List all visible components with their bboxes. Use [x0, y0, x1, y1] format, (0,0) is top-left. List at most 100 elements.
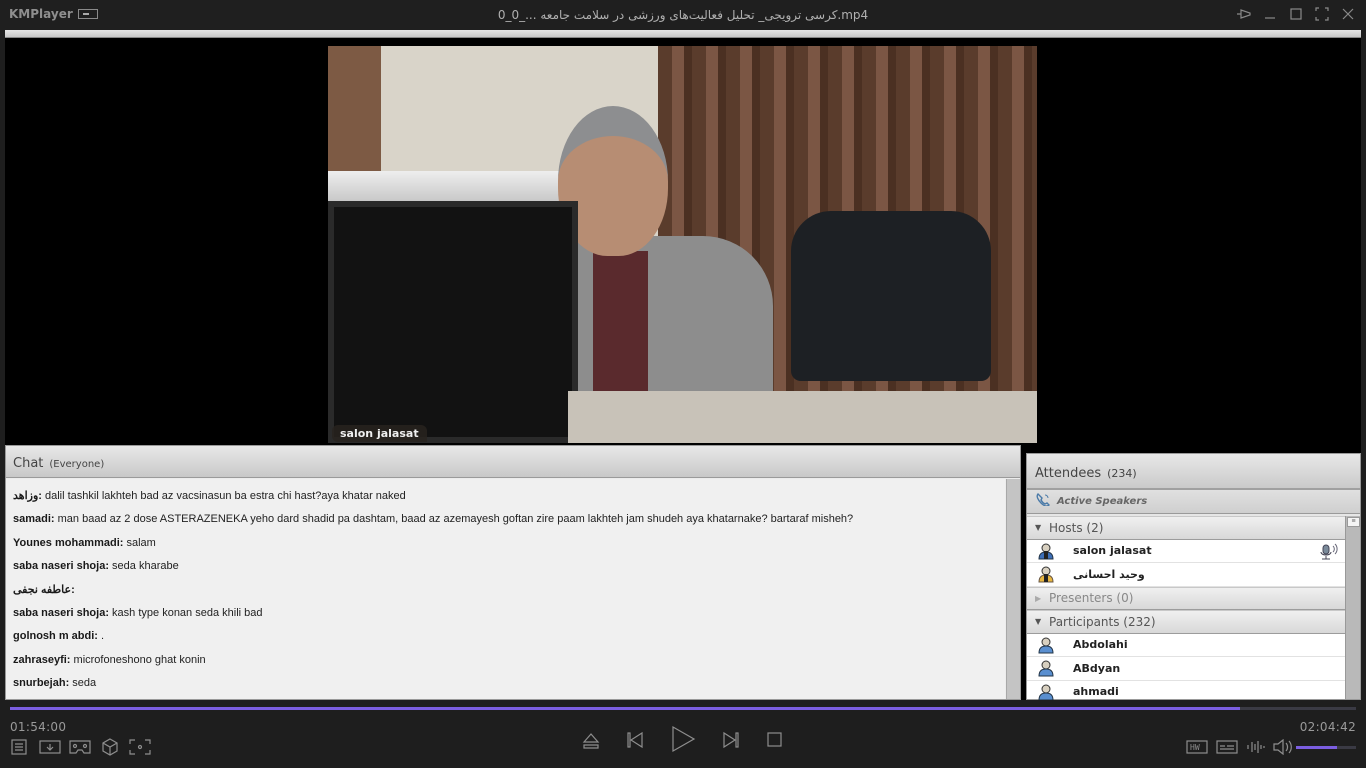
chat-scrollbar[interactable]	[1006, 479, 1020, 699]
attendee-name: Abdolahi	[1073, 638, 1128, 652]
participant-avatar-icon	[1038, 684, 1054, 700]
camera-label: salon jalasat	[332, 425, 427, 442]
svg-text:HW: HW	[1190, 743, 1200, 752]
chat-sender: samadi:	[13, 513, 55, 526]
maximize-icon[interactable]	[1288, 6, 1304, 22]
eject-icon[interactable]	[580, 729, 602, 751]
chat-message: Younes mohammadi: salam	[13, 535, 998, 558]
chat-message: saba naseri shoja: seda kharabe	[13, 558, 998, 581]
chat-text: salam	[123, 536, 156, 549]
total-time[interactable]: 02:04:42	[1300, 720, 1356, 734]
subtitle-icon[interactable]	[1216, 739, 1238, 755]
chat-sender: Younes mohammadi:	[13, 536, 124, 549]
active-speakers-label: Active Speakers	[1057, 496, 1148, 507]
chat-sender: عاطفه نجفی:	[13, 583, 75, 596]
play-icon[interactable]	[668, 724, 698, 754]
pin-icon[interactable]	[1236, 6, 1252, 22]
chat-message: samadi: man baad az 2 dose ASTERAZENEKA …	[13, 511, 998, 534]
chat-sender: zahraseyfi:	[13, 653, 71, 666]
chat-text: seda	[69, 677, 97, 690]
title-bar: KMPlayer کرسی ترویجی_ تحلیل فعالیت‌های و…	[0, 0, 1366, 30]
attendee-row[interactable]: Abdolahi	[1027, 634, 1345, 657]
expand-arrow-icon: ▼	[1035, 617, 1042, 627]
group-label: Participants (232)	[1049, 614, 1156, 629]
active-speakers-bar[interactable]: Active Speakers	[1027, 490, 1360, 514]
chat-scope: (Everyone)	[49, 459, 105, 470]
chat-text: microfoneshono ghat konin	[70, 653, 206, 666]
chat-header: Chat (Everyone)	[6, 446, 1020, 478]
chat-message: عاطفه نجفی:	[13, 582, 998, 605]
group-label: Hosts (2)	[1049, 520, 1104, 535]
hw-decoder-button[interactable]: HW	[1186, 739, 1208, 755]
attendee-row[interactable]: وحید احسانی	[1027, 563, 1345, 587]
current-time: 01:54:00	[10, 720, 67, 734]
scroll-menu-icon[interactable]: ≡	[1347, 517, 1360, 527]
minimize-icon[interactable]	[1262, 6, 1278, 22]
chat-messages: وزاهد: dalil tashkil lakhteh bad az vacs…	[6, 479, 1005, 699]
chat-sender: snurbejah:	[13, 677, 70, 690]
chat-sender: saba naseri shoja:	[13, 606, 109, 619]
download-icon[interactable]	[39, 738, 61, 756]
attendees-pod: Attendees (234) Active Speakers ▼ Hosts (2…	[1026, 453, 1361, 700]
seek-bar-fill	[10, 707, 1241, 710]
chat-message: golnosh m abdi: .	[13, 628, 998, 651]
attendee-name: salon jalasat	[1073, 544, 1152, 558]
close-icon[interactable]	[1340, 6, 1356, 22]
capture-icon[interactable]	[129, 738, 151, 756]
attendee-scrollbar[interactable]: ≡	[1345, 516, 1360, 699]
attendees-title: Attendees	[1035, 466, 1102, 481]
window-title: کرسی ترویجی_ تحلیل فعالیت‌های ورزشی در س…	[497, 8, 869, 22]
expand-arrow-icon: ▼	[1035, 523, 1042, 533]
attendee-name: ABdyan	[1073, 661, 1121, 675]
player-controls: 01:54:00 02:04:42 HW	[0, 700, 1366, 768]
previous-icon[interactable]	[624, 729, 646, 751]
chat-sender: golnosh m abdi:	[13, 630, 98, 643]
attendee-name: وحید احسانی	[1073, 567, 1145, 581]
chat-message: saba naseri shoja: kash type konan seda …	[13, 605, 998, 628]
seek-bar[interactable]	[10, 707, 1356, 710]
attendee-list: ▼ Hosts (2) salon jalasat وحید احسانی ▶ Pr…	[1027, 516, 1345, 700]
chat-message: zahraseyfi: microfoneshono ghat konin	[13, 652, 998, 675]
attendee-row[interactable]: salon jalasat	[1027, 540, 1345, 563]
attendee-name: ahmadi	[1073, 685, 1119, 699]
chat-title: Chat	[13, 456, 44, 471]
chat-pod: Chat (Everyone) وزاهد: dalil tashkil lakh…	[5, 445, 1021, 700]
chat-message: وزاهد: dalil tashkil lakhteh bad az vacs…	[13, 488, 998, 511]
group-hosts[interactable]: ▼ Hosts (2)	[1027, 516, 1345, 540]
collapse-arrow-icon: ▶	[1035, 593, 1042, 603]
participant-avatar-icon	[1038, 637, 1054, 654]
next-icon[interactable]	[720, 729, 742, 751]
chat-message: snurbejah: seda	[13, 675, 998, 698]
attendee-row[interactable]: ABdyan	[1027, 657, 1345, 681]
chat-text: seda kharabe	[109, 560, 179, 573]
fullscreen-icon[interactable]	[1314, 6, 1330, 22]
audio-wave-icon[interactable]	[1246, 738, 1266, 756]
speaking-mic-icon	[1320, 543, 1338, 559]
chat-text: man baad az 2 dose ASTERAZENEKA yeho dar…	[54, 513, 854, 526]
group-label: Presenters (0)	[1049, 591, 1134, 606]
host-avatar-icon	[1038, 543, 1054, 560]
vr-icon[interactable]	[69, 738, 91, 756]
chat-text: .	[97, 630, 105, 643]
chat-text: dalil tashkil lakhteh bad az vacsinasun …	[41, 490, 406, 502]
volume-slider-fill	[1296, 746, 1337, 749]
chat-sender: saba naseri shoja:	[13, 560, 109, 573]
group-presenters[interactable]: ▶ Presenters (0)	[1027, 586, 1345, 610]
host-avatar-icon	[1038, 566, 1054, 583]
playlist-icon[interactable]	[10, 738, 28, 756]
chat-sender: وزاهد:	[13, 490, 42, 502]
video-area[interactable]: salon jalasat Chat (Everyone) وزاهد: dali…	[5, 30, 1361, 700]
attendees-count: (234)	[1107, 467, 1137, 480]
group-participants[interactable]: ▼ Participants (232)	[1027, 610, 1345, 634]
stop-icon[interactable]	[764, 729, 786, 751]
attendee-row[interactable]: ahmadi	[1027, 681, 1345, 700]
3d-cube-icon[interactable]	[100, 737, 120, 757]
volume-slider[interactable]	[1296, 746, 1356, 749]
volume-icon[interactable]	[1272, 738, 1294, 756]
phone-icon	[1035, 492, 1051, 511]
camera-feed: salon jalasat	[328, 46, 1037, 443]
participant-avatar-icon	[1038, 660, 1054, 677]
chat-text: kash type konan seda khili bad	[109, 606, 263, 619]
top-strip	[5, 30, 1361, 38]
attendees-header: Attendees (234)	[1027, 454, 1360, 490]
